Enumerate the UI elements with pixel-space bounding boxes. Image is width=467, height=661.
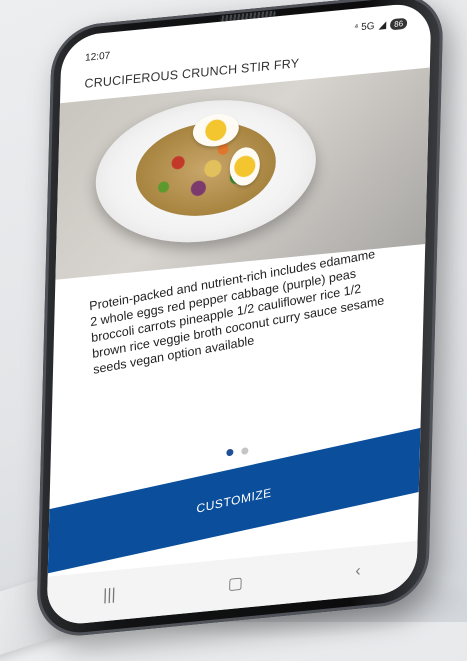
carousel-dot[interactable] <box>241 447 249 455</box>
status-icons: ⁴ 5G ◢ 86 <box>353 17 408 34</box>
status-time: 12:07 <box>84 50 111 64</box>
recents-icon[interactable]: ||| <box>103 586 116 605</box>
phone-device: 12:07 ⁴ 5G ◢ 86 CRUCIFEROUS CRUNCH STIR … <box>36 0 444 640</box>
signal-indicator: ⁴ 5G <box>353 20 375 34</box>
home-icon[interactable]: ▢ <box>228 573 244 595</box>
carousel-dot-active[interactable] <box>226 448 234 457</box>
wifi-icon: ◢ <box>378 19 387 32</box>
back-icon[interactable]: ‹ <box>355 562 361 581</box>
phone-screen: 12:07 ⁴ 5G ◢ 86 CRUCIFEROUS CRUNCH STIR … <box>46 1 432 627</box>
status-bar: 12:07 ⁴ 5G ◢ 86 <box>61 1 432 69</box>
battery-indicator: 86 <box>390 17 408 31</box>
carousel-indicator <box>226 447 249 457</box>
